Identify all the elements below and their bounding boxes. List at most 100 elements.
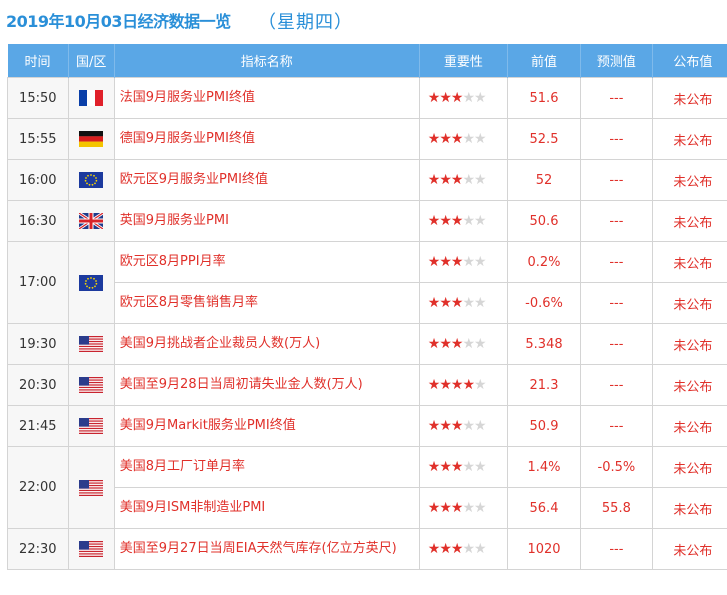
table-row[interactable]: 欧元区8月零售销售月率 ★★★★★ -0.6% --- 未公布 [8,282,727,324]
page-title: 2019年10月03日经济数据一览 [6,12,231,31]
title-bar: 2019年10月03日经济数据一览 （星期四） [0,0,727,44]
previous-value: 50.9 [507,405,581,447]
country-cell [67,364,115,406]
star-empty-icon: ★ [462,500,475,516]
star-filled-icon: ★ [427,500,441,516]
previous-value: 5.348 [507,323,581,365]
importance-rating: ★★★★★ [418,405,509,447]
indicator-name[interactable]: 美国9月Markit服务业PMI终值 [113,405,420,447]
country-cell [67,241,115,324]
country-cell [67,405,115,447]
eu-flag-icon [79,274,104,291]
table-row[interactable]: 19:30 美国9月挑战者企业裁员人数(万人) ★★★★★ 5.348 --- 未公布 [7,323,727,365]
us-flag-icon [79,418,104,434]
indicator-name[interactable]: 美国9月ISM非制造业PMI [113,487,420,529]
table-row[interactable]: 15:55 德国9月服务业PMI终值 ★★★★★ 52.5 --- 未公布 [7,118,727,160]
country-cell [67,159,115,201]
forecast-value: --- [579,323,653,365]
star-filled-icon: ★ [427,254,441,270]
star-filled-icon: ★ [450,131,464,147]
importance-rating: ★★★★★ [418,241,509,283]
col-header-importance: 重要性 [419,44,509,78]
actual-value: 未公布 [651,241,727,283]
forecast-value: --- [579,528,653,570]
economic-calendar-table: 时间 国/区 指标名称 重要性 前值 预测值 公布值 15:50 法国9月服务业P… [7,44,727,570]
table-row[interactable]: 22:30 美国至9月27日当周EIA天然气库存(亿立方英尺) ★★★★★ 1020-… [7,528,727,570]
star-empty-icon: ★ [474,500,487,516]
forecast-value: --- [579,282,653,324]
star-filled-icon: ★ [450,336,464,352]
country-cell [67,323,115,365]
table-row[interactable]: 20:30 美国至9月28日当周初请失业金人数(万人) ★★★★★ 21.3 --- 未公… [7,364,727,406]
indicator-name[interactable]: 欧元区8月零售销售月率 [113,282,420,324]
table-row[interactable]: 16:30 英国9月服务业PMI ★★★★★ 50.6 --- 未公布 [7,200,727,242]
table-row[interactable]: 17:00 欧元区8月PPI月率 ★★★★★ 0.2% --- 未公布 [7,241,727,324]
indicator-name[interactable]: 美国8月工厂订单月率 [113,446,420,488]
indicator-name[interactable]: 美国至9月27日当周EIA天然气库存(亿立方英尺) [113,528,420,570]
actual-value: 未公布 [651,446,727,488]
table-row[interactable]: 15:50 法国9月服务业PMI终值 ★★★★★ 51.6 --- 未公布 [7,77,727,119]
time-cell: 20:30 [7,364,69,406]
table-row[interactable]: 22:00 美国8月工厂订单月率 ★★★★★ 1.4% -0.5% 未公布 [7,446,727,529]
forecast-value: -0.5% [579,446,653,488]
paren-open: （ [258,12,277,33]
actual-value: 未公布 [651,405,727,447]
time-cell: 16:00 [7,159,69,201]
col-header-time: 时间 [7,44,69,78]
us-flag-icon [79,479,104,496]
indicator-name[interactable]: 欧元区9月服务业PMI终值 [113,159,420,201]
importance-rating: ★★★★★ [418,323,509,365]
star-empty-icon: ★ [462,459,475,475]
star-empty-icon: ★ [462,418,475,434]
indicator-name[interactable]: 美国至9月28日当周初请失业金人数(万人) [113,364,420,406]
star-empty-icon: ★ [474,377,487,393]
importance-rating: ★★★★★ [418,487,509,529]
indicator-name[interactable]: 英国9月服务业PMI [113,200,420,242]
table-header-row: 时间 国/区 指标名称 重要性 前值 预测值 公布值 [7,44,727,78]
table-row[interactable]: 美国9月ISM非制造业PMI ★★★★★ 56.4 55.8 未公布 [8,487,727,529]
star-filled-icon: ★ [450,459,464,475]
us-flag-icon [79,336,104,352]
star-filled-icon: ★ [439,295,452,311]
actual-value: 未公布 [651,364,727,406]
actual-value: 未公布 [651,528,727,570]
star-filled-icon: ★ [450,213,464,229]
time-cell: 19:30 [7,323,69,365]
star-empty-icon: ★ [462,295,475,311]
us-flag-icon [79,377,104,393]
actual-value: 未公布 [651,487,727,529]
country-cell [67,528,115,570]
star-filled-icon: ★ [462,377,475,393]
star-filled-icon: ★ [450,377,464,393]
indicator-name[interactable]: 美国9月挑战者企业裁员人数(万人) [113,323,420,365]
star-filled-icon: ★ [439,459,452,475]
time-cell: 17:00 [7,241,69,324]
star-empty-icon: ★ [462,131,475,147]
previous-value: 52 [507,159,581,201]
table-row[interactable]: 21:45 美国9月Markit服务业PMI终值 ★★★★★ 50.9 --- 未公布 [7,405,727,447]
importance-rating: ★★★★★ [418,282,509,324]
star-filled-icon: ★ [439,254,452,270]
table-row[interactable]: 16:00 欧元区9月服务业PMI终值 ★★★★★ 52 --- 未公布 [7,159,727,201]
forecast-value: --- [579,118,653,160]
star-filled-icon: ★ [427,418,441,434]
time-cell: 15:55 [7,118,69,160]
star-empty-icon: ★ [462,336,475,352]
indicator-name[interactable]: 德国9月服务业PMI终值 [113,118,420,160]
weekday-text: 星期四 [277,12,334,33]
star-empty-icon: ★ [462,90,475,106]
star-filled-icon: ★ [450,172,464,188]
importance-rating: ★★★★★ [418,77,509,119]
us-flag-icon [79,541,104,557]
previous-value: 1020 [507,528,581,570]
indicator-name[interactable]: 法国9月服务业PMI终值 [113,77,420,119]
previous-value: 52.5 [507,118,581,160]
star-empty-icon: ★ [474,172,487,188]
star-filled-icon: ★ [439,213,452,229]
actual-value: 未公布 [651,118,727,160]
forecast-value: --- [579,159,653,201]
star-empty-icon: ★ [474,418,487,434]
star-empty-icon: ★ [474,336,487,352]
france-flag-icon [79,90,104,106]
indicator-name[interactable]: 欧元区8月PPI月率 [113,241,420,283]
